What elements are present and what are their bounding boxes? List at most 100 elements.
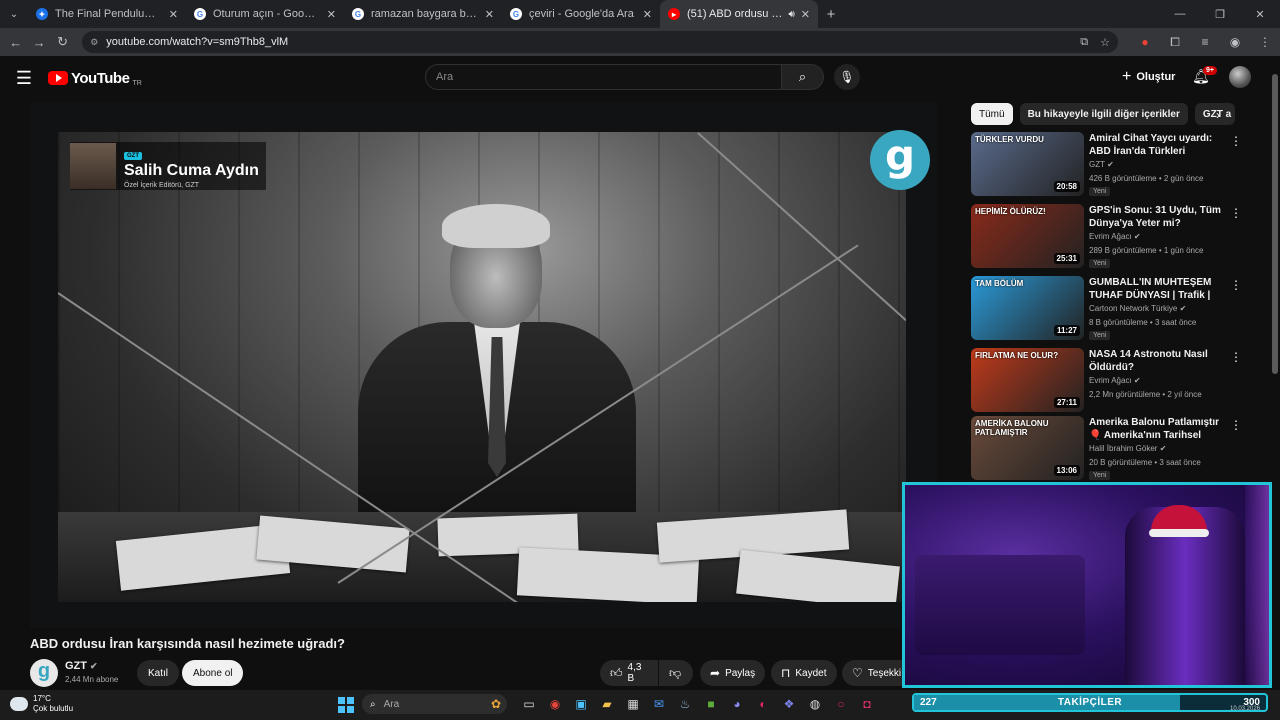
create-button[interactable]: + Oluştur — [1112, 65, 1185, 89]
dislike-button[interactable]: 👎︎ — [659, 660, 693, 686]
browser-tab[interactable]: ✦ The Final Pendulum - Goog ✕ — [28, 0, 186, 28]
close-icon[interactable]: ✕ — [485, 8, 494, 21]
extension-icon[interactable]: ● — [1130, 35, 1160, 49]
chevron-right-icon[interactable]: › — [1216, 108, 1220, 122]
chip-all[interactable]: Tümü — [971, 103, 1013, 125]
recommendation-title[interactable]: Amiral Cihat Yaycı uyardı: ABD İran'da T… — [1089, 132, 1229, 159]
opera-icon[interactable]: ○ — [828, 694, 854, 714]
obs-icon[interactable]: ◍ — [802, 694, 828, 714]
recommendation-title[interactable]: GPS'in Sonu: 31 Uydu, Tüm Dünya'ya Yeter… — [1089, 204, 1229, 230]
channel-name[interactable]: GZT ✔ — [65, 660, 98, 672]
save-button[interactable]: ⊓ Kaydet — [771, 660, 837, 686]
weather-widget[interactable]: 17°C Çok bulutlu — [10, 694, 73, 714]
close-icon[interactable]: ✕ — [643, 8, 652, 21]
channel-avatar[interactable]: g — [30, 659, 58, 687]
steam-icon[interactable]: ♨ — [672, 694, 698, 714]
video-thumbnail[interactable]: TÜRKLER VURDU 20:58 — [971, 132, 1084, 196]
mail-icon[interactable]: ✉ — [646, 694, 672, 714]
video-player[interactable]: GZT Salih Cuma Aydın Özel İçerik Editörü… — [30, 102, 937, 628]
browser-tab[interactable]: G ramazan baygara boss bitch - G ✕ — [344, 0, 502, 28]
recommendation-item[interactable]: TÜRKLER VURDU 20:58 Amiral Cihat Yaycı uya… — [971, 132, 1261, 196]
recommendation-channel-name: Evrim Ağacı — [1089, 376, 1132, 385]
recommendation-channel[interactable]: GZT ✔ — [1089, 160, 1114, 169]
tab-search-icon[interactable]: ⌄ — [0, 0, 28, 28]
sidebar-chips: Tümü Bu hikayeyle ilgili diğer içerikler… — [971, 103, 1242, 125]
media-controls-icon[interactable]: ≡ — [1190, 35, 1220, 49]
site-info-icon[interactable]: ⚙ — [90, 37, 98, 48]
close-icon[interactable]: ✕ — [327, 8, 336, 21]
back-icon[interactable]: ← — [4, 35, 27, 50]
browser-tab[interactable]: G Oturum açın - Google Hesapları ✕ — [186, 0, 344, 28]
recommendation-item[interactable]: FIRLATMA NE OLUR? 27:11 NASA 14 Astronotu … — [971, 348, 1261, 412]
extensions-puzzle-icon[interactable]: ⧠ — [1160, 35, 1190, 50]
more-options-icon[interactable]: ⋮ — [1230, 350, 1242, 364]
desktop-icon[interactable]: ▣ — [568, 694, 594, 714]
recommendation-item[interactable]: HEPİMİZ ÖLÜRÜZ! 25:31 GPS'in Sonu: 31 Uydu… — [971, 204, 1261, 268]
new-tab-button[interactable]: + — [818, 6, 844, 23]
video-app-icon[interactable]: ◐ — [750, 694, 776, 714]
recommendation-title[interactable]: NASA 14 Astronotu Nasıl Öldürdü? — [1089, 348, 1229, 374]
subscribe-button[interactable]: Abone ol — [182, 660, 244, 686]
store-icon[interactable]: ▦ — [620, 694, 646, 714]
account-avatar[interactable] — [1229, 66, 1251, 88]
profile-icon[interactable]: ◉ — [1220, 35, 1250, 49]
youtube-play-icon — [48, 71, 68, 85]
browser-tab[interactable]: G çeviri - Google'da Ara ✕ — [502, 0, 660, 28]
recommendation-channel[interactable]: Evrim Ağacı ✔ — [1089, 232, 1141, 241]
hamburger-menu-icon[interactable]: ☰ — [0, 68, 48, 89]
more-options-icon[interactable]: ⋮ — [1230, 134, 1242, 148]
teams-icon[interactable]: ❖ — [776, 694, 802, 714]
more-options-icon[interactable]: ⋮ — [1230, 206, 1242, 220]
youtube-logo[interactable]: YouTube TR — [48, 70, 142, 87]
save-label: Kaydet — [795, 667, 827, 679]
url-text: youtube.com/watch?v=sm9Thb8_vlM — [106, 36, 289, 48]
search-button[interactable]: ⌕ — [782, 64, 824, 90]
chip-related-story[interactable]: Bu hikayeyle ilgili diğer içerikler — [1019, 103, 1188, 125]
recommendation-channel-name: Evrim Ağacı — [1089, 232, 1132, 241]
voice-search-button[interactable]: 🎙︎ — [834, 64, 860, 90]
taskbar-search[interactable]: ⌕ Ara ✿ — [362, 694, 507, 714]
windows-start-icon[interactable] — [338, 697, 354, 713]
video-thumbnail[interactable]: FIRLATMA NE OLUR? 27:11 — [971, 348, 1084, 412]
maximize-icon[interactable]: ❐ — [1200, 8, 1240, 21]
google-icon: G — [194, 8, 206, 20]
forward-icon[interactable]: → — [27, 35, 50, 50]
like-button[interactable]: 👍︎ 4,3 B — [600, 660, 658, 686]
minimize-icon[interactable]: — — [1160, 8, 1200, 20]
scroll-thumb[interactable] — [1272, 74, 1278, 374]
address-bar[interactable]: ⚙ youtube.com/watch?v=sm9Thb8_vlM ⧉ ☆ — [82, 31, 1119, 53]
recommendation-channel[interactable]: Evrim Ağacı ✔ — [1089, 376, 1141, 385]
reload-icon[interactable]: ↻ — [51, 34, 74, 50]
instagram-icon[interactable]: ◘ — [854, 694, 880, 714]
share-icon: ➦ — [710, 666, 721, 680]
recommendation-title[interactable]: GUMBALL'IN MUHTEŞEM TUHAF DÜNYASI | Traf… — [1089, 276, 1229, 303]
thanks-button[interactable]: ♡ Teşekki — [842, 660, 904, 686]
recommendation-item[interactable]: AMERİKA BALONU PATLAMIŞTIR 13:06 Amerika B… — [971, 416, 1261, 480]
minecraft-icon[interactable]: ■ — [698, 694, 724, 714]
install-app-icon[interactable]: ⧉ — [1080, 36, 1088, 49]
recommendation-title[interactable]: Amerika Balonu Patlamıştır 🎈 Amerika'nın… — [1089, 416, 1229, 443]
close-icon[interactable]: ✕ — [169, 8, 178, 21]
close-window-icon[interactable]: ✕ — [1240, 8, 1280, 21]
video-thumbnail[interactable]: AMERİKA BALONU PATLAMIŞTIR 13:06 — [971, 416, 1084, 480]
browser-menu-icon[interactable]: ⋮ — [1250, 35, 1280, 49]
discord-icon[interactable]: ◕ — [724, 694, 750, 714]
task-view-icon[interactable]: ▭ — [516, 694, 542, 714]
close-icon[interactable]: ✕ — [801, 8, 810, 21]
search-input[interactable]: Ara — [425, 64, 782, 90]
chrome-icon[interactable]: ◉ — [542, 694, 568, 714]
video-thumbnail[interactable]: TAM BÖLÜM 11:27 — [971, 276, 1084, 340]
recommendation-channel[interactable]: Halil İbrahim Göker ✔ — [1089, 444, 1166, 453]
join-button[interactable]: Katıl — [137, 660, 180, 686]
video-thumbnail[interactable]: HEPİMİZ ÖLÜRÜZ! 25:31 — [971, 204, 1084, 268]
more-options-icon[interactable]: ⋮ — [1230, 418, 1242, 432]
recommendation-item[interactable]: TAM BÖLÜM 11:27 GUMBALL'IN MUHTEŞEM TUHAF … — [971, 276, 1261, 340]
file-explorer-icon[interactable]: ▰ — [594, 694, 620, 714]
browser-tab-active[interactable]: ▸ (51) ABD ordusu İran karşısı 🔊︎ ✕ — [660, 0, 818, 28]
recommendation-channel[interactable]: Cartoon Network Türkiye ✔ — [1089, 304, 1186, 313]
more-options-icon[interactable]: ⋮ — [1230, 278, 1242, 292]
share-button[interactable]: ➦ Paylaş — [700, 660, 766, 686]
chip-channel[interactable]: GZT a — [1194, 103, 1235, 125]
bookmark-star-icon[interactable]: ☆ — [1100, 36, 1110, 49]
speaker-icon[interactable]: 🔊︎ — [788, 9, 794, 20]
